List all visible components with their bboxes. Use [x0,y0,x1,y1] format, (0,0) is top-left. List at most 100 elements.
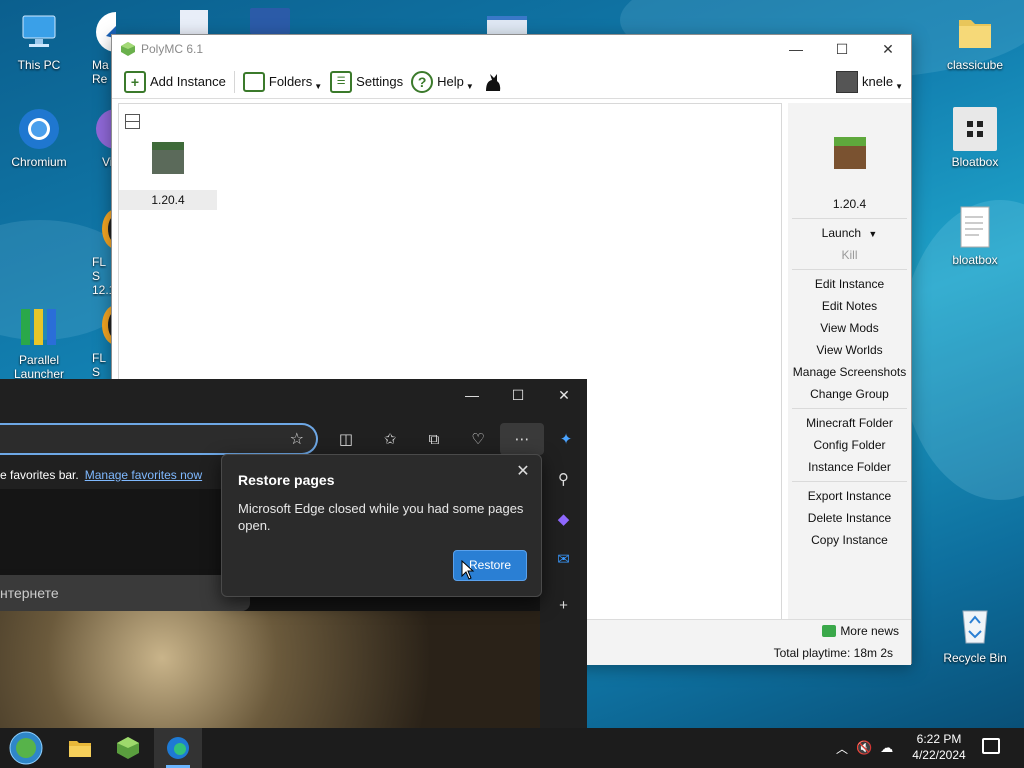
start-orb-icon [9,731,43,765]
computer-icon [17,10,61,54]
view-worlds-button[interactable]: View Worlds [788,339,911,361]
dropdown-arrow-icon: ▼ [314,82,323,91]
desktop-icon-recycle-bin[interactable]: Recycle Bin [938,603,1012,665]
export-instance-button[interactable]: Export Instance [788,485,911,507]
clock-time: 6:22 PM [916,732,962,746]
group-collapse-icon[interactable] [125,114,140,129]
add-instance-button[interactable]: + Add Instance [120,68,230,96]
more-options-icon[interactable]: ⋯ [500,423,544,455]
favorite-star-icon[interactable]: ☆ [290,429,304,449]
word-document-icon[interactable] [250,8,290,34]
side-instance-name: 1.20.4 [832,197,867,211]
desktop-icon-chromium[interactable]: Chromium [2,107,76,169]
playtime-status: Total playtime: 18m 2s [773,646,893,660]
copy-instance-button[interactable]: Copy Instance [788,529,911,551]
document-icon[interactable] [180,10,208,34]
window-icon[interactable] [487,16,527,34]
config-folder-button[interactable]: Config Folder [788,434,911,456]
folders-button[interactable]: Folders ▼ [239,68,326,96]
launch-label: Launch [821,226,862,240]
minimize-button[interactable]: — [449,387,495,403]
start-button[interactable] [2,728,50,768]
maximize-button[interactable]: ☐ [819,35,865,63]
outlook-icon[interactable]: ✉ [540,539,587,579]
collections-icon[interactable]: ⧉ [412,423,456,455]
manage-screenshots-button[interactable]: Manage Screenshots [788,361,911,383]
separator [792,269,907,270]
background-image [0,611,540,729]
settings-button[interactable]: ☰ Settings [326,68,407,96]
favorites-icon[interactable]: ✩ [368,423,412,455]
polymc-titlebar[interactable]: PolyMC 6.1 — ☐ ✕ [112,35,911,63]
notification-icon[interactable] [982,738,1000,754]
restore-pages-dialog: ✕ Restore pages Microsoft Edge closed wh… [221,454,542,597]
edge-toolbar: ◫ ✩ ⧉ ♡ ⋯ ✦ [324,423,588,455]
dropdown-arrow-icon: ▼ [465,82,474,91]
file-explorer-button[interactable] [56,728,104,768]
polymc-taskbar-button[interactable] [104,728,152,768]
address-bar[interactable]: ☆ [0,423,318,455]
view-mods-button[interactable]: View Mods [788,317,911,339]
desktop-icon-classicube[interactable]: classicube [938,10,1012,72]
maximize-button[interactable]: ☐ [495,387,541,404]
settings-icon: ☰ [330,70,353,93]
minimize-button[interactable]: — [773,35,819,63]
clock[interactable]: 6:22 PM 4/22/2024 [904,731,974,763]
dialog-message: Microsoft Edge closed while you had some… [238,501,524,533]
desktop-icon-parallel-launcher[interactable]: Parallel Launcher [2,305,76,381]
launch-button[interactable]: Launch ▼ [788,222,911,244]
kill-button[interactable]: Kill [788,244,911,266]
recycle-bin-icon [953,603,997,647]
edit-notes-button[interactable]: Edit Notes [788,295,911,317]
close-icon[interactable]: ✕ [513,461,533,481]
clock-date: 4/22/2024 [912,748,966,762]
desktop-icon-label: Bloatbox [951,155,999,169]
cat-button[interactable] [478,68,508,96]
copilot-icon[interactable]: ✦ [544,423,588,455]
desktop-icon-this-pc[interactable]: This PC [2,10,76,72]
edge-icon [167,737,189,759]
network-icon[interactable]: ☁ [880,740,893,756]
split-screen-icon[interactable]: ◫ [324,423,368,455]
help-button[interactable]: ? Help ▼ [407,68,478,96]
polymc-toolbar: + Add Instance Folders ▼ ☰ Settings ? He… [112,65,911,99]
news-icon [822,625,837,637]
browser-essentials-icon[interactable]: ♡ [456,423,500,455]
chromium-icon [17,107,61,151]
add-sidebar-icon[interactable]: + [540,585,587,625]
add-instance-label: Add Instance [150,74,226,89]
more-news-label: More news [840,624,899,638]
close-button[interactable]: ✕ [865,35,911,63]
search-box[interactable]: нтернете [0,575,250,611]
desktop-icon-label: Parallel Launcher [13,353,65,381]
volume-muted-icon[interactable]: 🔇 [856,740,872,756]
help-icon: ? [411,70,434,93]
minecraft-folder-button[interactable]: Minecraft Folder [788,412,911,434]
change-group-button[interactable]: Change Group [788,383,911,405]
instance-folder-button[interactable]: Instance Folder [788,456,911,478]
instance-tile[interactable]: 1.20.4 [119,142,217,232]
search-icon[interactable]: ⚲ [540,459,587,499]
favorites-bar-text: e favorites bar. [0,468,79,482]
manage-favorites-link[interactable]: Manage favorites now [85,468,202,482]
text-file-icon [953,205,997,249]
close-button[interactable]: ✕ [541,387,587,404]
desktop-icon-bloatbox[interactable]: Bloatbox [938,107,1012,169]
show-hidden-icons[interactable]: ︿ [836,740,848,757]
taskbar: ︿ 🔇 ☁ 6:22 PM 4/22/2024 [0,728,1024,768]
copilot-sidebar-icon[interactable]: ◆ [540,499,587,539]
edge-taskbar-button[interactable] [154,728,202,768]
instance-grass-block-icon [833,137,866,169]
desktop-icon-label: Chromium [11,155,67,169]
delete-instance-button[interactable]: Delete Instance [788,507,911,529]
instance-side-panel: 1.20.4 Launch ▼ Kill Edit Instance Edit … [788,103,911,619]
desktop-icon-label: This PC [17,58,61,72]
edge-titlebar[interactable]: — ☐ ✕ [0,379,587,411]
parallel-launcher-icon [17,305,61,349]
desktop-icon-bloatbox-file[interactable]: bloatbox [938,205,1012,267]
separator [792,408,907,409]
search-placeholder: нтернете [0,585,59,601]
more-news-button[interactable]: More news [822,624,899,638]
account-button[interactable]: knele ▼ [832,68,907,96]
edit-instance-button[interactable]: Edit Instance [788,273,911,295]
